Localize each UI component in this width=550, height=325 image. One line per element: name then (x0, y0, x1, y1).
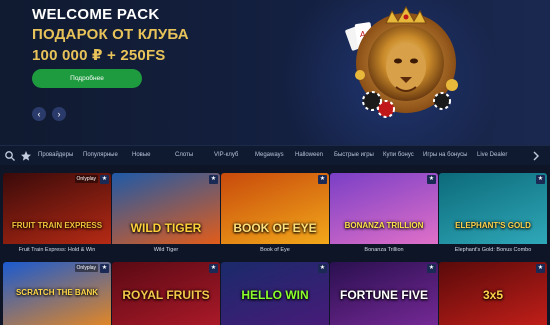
game-title: Book of Eye (221, 244, 329, 256)
game-logo-text: ROYAL FRUITS (122, 288, 210, 302)
favorite-star-icon[interactable]: ★ (209, 175, 218, 184)
lion-medallion-image: A (345, 5, 458, 118)
star-icon[interactable] (20, 150, 32, 162)
nav-item-live-dealer[interactable]: Live Dealer (477, 152, 507, 158)
game-logo-text: FORTUNE FIVE (339, 288, 428, 302)
favorite-star-icon[interactable]: ★ (536, 264, 545, 273)
promo-banner[interactable]: WELCOME PACK ПОДАРОК ОТ КЛУБА 100 000 ₽ … (0, 0, 550, 145)
game-tile[interactable]: ROYAL FRUITS ★ (112, 262, 220, 325)
nav-item-slots[interactable]: Слоты (175, 152, 193, 158)
game-thumbnail[interactable] (330, 173, 438, 244)
favorite-star-icon[interactable]: ★ (100, 175, 109, 184)
category-nav: Провайдеры Популярные Новые Слоты VIP-кл… (0, 145, 550, 165)
nav-item-vip-club[interactable]: VIP-клуб (214, 152, 238, 158)
game-tile[interactable]: SCRATCH THE BANK ★ Onlyplay (3, 262, 111, 325)
favorite-star-icon[interactable]: ★ (100, 264, 109, 273)
provider-label: Onlyplay (74, 264, 98, 272)
game-title: Fruit Train Express: Hold & Win (3, 244, 111, 256)
game-logo-text: SCRATCH THE BANK (15, 288, 99, 297)
banner-prev-button[interactable]: ‹ (32, 107, 46, 121)
game-thumbnail[interactable] (3, 173, 111, 244)
banner-subtitle: ПОДАРОК ОТ КЛУБА (32, 26, 189, 43)
game-tile[interactable]: FRUIT TRAIN EXPRESS ★ Onlyplay Fruit Train … (3, 173, 111, 257)
nav-item-popular[interactable]: Популярные (83, 152, 118, 158)
game-tile[interactable]: FORTUNE FIVE ★ (330, 262, 438, 325)
more-details-button[interactable]: Подробнее (32, 69, 142, 88)
game-title: Elephant's Gold: Bonus Combo (439, 244, 547, 256)
game-title: Bonanza Trillion (330, 244, 438, 256)
game-title: Wild Tiger (112, 244, 220, 256)
game-tile[interactable]: WILD TIGER ★ Wild Tiger (112, 173, 220, 257)
game-logo-text: ELEPHANT'S GOLD (455, 221, 531, 230)
search-icon[interactable] (4, 150, 16, 162)
nav-item-megaways[interactable]: Megaways (255, 152, 284, 158)
favorite-star-icon[interactable]: ★ (536, 175, 545, 184)
nav-item-fast-games[interactable]: Быстрые игры (334, 152, 374, 158)
game-logo-text: WILD TIGER (130, 221, 202, 235)
game-logo-text: BOOK OF EYE (233, 221, 317, 235)
game-logo-text: HELLO WIN (241, 288, 309, 302)
game-tile[interactable]: ELEPHANT'S GOLD ★ Elephant's Gold: Bonus C… (439, 173, 547, 257)
provider-label: Onlyplay (74, 175, 98, 183)
game-tile[interactable]: BOOK OF EYE ★ Book of Eye (221, 173, 329, 257)
nav-item-halloween[interactable]: Halloween (295, 152, 323, 158)
favorite-star-icon[interactable]: ★ (427, 175, 436, 184)
game-logo-text: FRUIT TRAIN EXPRESS (11, 221, 103, 230)
banner-title: WELCOME PACK (32, 6, 160, 23)
casino-page: WELCOME PACK ПОДАРОК ОТ КЛУБА 100 000 ₽ … (0, 0, 550, 325)
banner-bonus-amount: 100 000 ₽ + 250FS (32, 47, 166, 64)
favorite-star-icon[interactable]: ★ (209, 264, 218, 273)
game-tile[interactable]: BONANZA TRILLION ★ Bonanza Trillion (330, 173, 438, 257)
game-logo-text: BONANZA TRILLION (344, 221, 424, 230)
game-tile[interactable]: 3x5 ★ (439, 262, 547, 325)
game-logo-text: 3x5 (482, 288, 504, 302)
game-thumbnail[interactable] (439, 173, 547, 244)
nav-item-buy-bonus[interactable]: Купи бонус (383, 152, 414, 158)
nav-item-providers[interactable]: Провайдеры (38, 152, 73, 158)
nav-item-bonus-games[interactable]: Игры на бонусы (423, 152, 467, 158)
favorite-star-icon[interactable]: ★ (427, 264, 436, 273)
favorite-star-icon[interactable]: ★ (318, 264, 327, 273)
banner-next-button[interactable]: › (52, 107, 66, 121)
favorite-star-icon[interactable]: ★ (318, 175, 327, 184)
nav-item-new[interactable]: Новые (132, 152, 151, 158)
game-tile[interactable]: HELLO WIN ★ (221, 262, 329, 325)
chevron-right-icon[interactable] (530, 150, 542, 162)
